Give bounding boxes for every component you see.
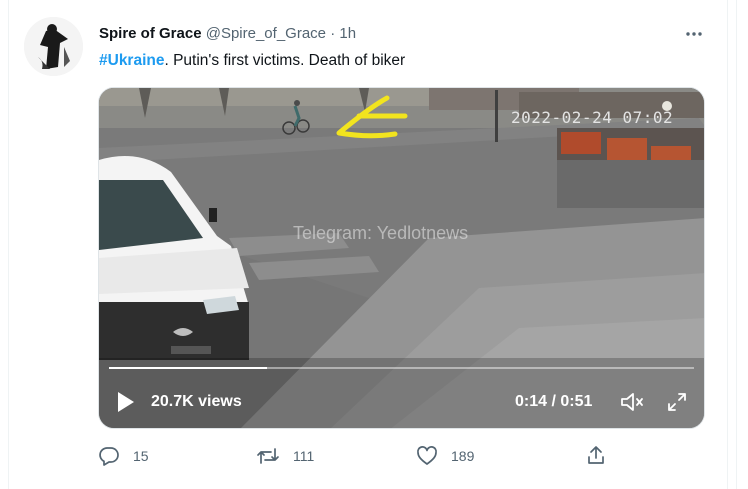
timeline-divider [736, 0, 737, 489]
play-button[interactable] [115, 389, 137, 415]
like-count: 189 [451, 448, 475, 464]
video-player[interactable]: 2022-02-24 07:02 Telegram: Yedlotnews 20… [98, 87, 705, 429]
avatar[interactable] [24, 17, 83, 76]
heart-icon [417, 446, 437, 465]
share-icon [588, 446, 604, 464]
author-handle[interactable]: @Spire_of_Grace [206, 25, 326, 42]
reply-button[interactable]: 15 [98, 444, 149, 468]
tweet-timestamp[interactable]: 1h [339, 25, 356, 42]
like-button[interactable]: 189 [416, 444, 474, 468]
volume-muted-icon [621, 393, 643, 411]
reply-count: 15 [133, 448, 149, 464]
hashtag-link[interactable]: #Ukraine [99, 52, 164, 69]
more-options-button[interactable] [682, 22, 706, 46]
tweet-text-body: . Putin's first victims. Death of biker [164, 52, 406, 69]
reply-icon [99, 447, 119, 466]
fullscreen-icon [668, 393, 686, 411]
volume-button[interactable] [619, 390, 645, 414]
retweet-icon [257, 448, 279, 464]
share-button[interactable] [585, 444, 607, 466]
tweet-actions: 15 111 189 [98, 444, 658, 468]
play-icon [118, 392, 134, 412]
video-watermark: Telegram: Yedlotnews [293, 223, 469, 243]
video-progress-fill [109, 367, 267, 369]
author-name[interactable]: Spire of Grace [99, 25, 202, 42]
video-frame [99, 88, 704, 428]
retweet-button[interactable]: 111 [256, 444, 314, 468]
more-dots-icon [686, 32, 702, 36]
video-overlay-timestamp: 2022-02-24 07:02 [511, 108, 674, 127]
video-progress-bar[interactable] [109, 367, 694, 369]
video-timecode: 0:14 / 0:51 [515, 393, 593, 410]
tweet-header: Spire of Grace @Spire_of_Grace · 1h [99, 25, 356, 43]
retweet-count: 111 [293, 448, 315, 464]
avatar-image [24, 17, 83, 76]
view-count: 20.7K views [151, 393, 242, 410]
separator-dot: · [330, 25, 336, 42]
fullscreen-button[interactable] [665, 390, 689, 414]
tweet-text: #Ukraine. Putin's first victims. Death o… [99, 51, 405, 71]
